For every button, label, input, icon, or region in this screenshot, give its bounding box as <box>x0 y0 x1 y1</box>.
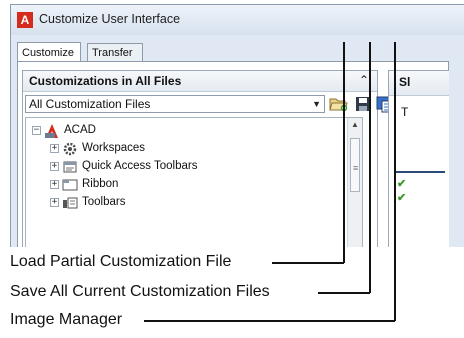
callout-leader-line <box>144 320 395 322</box>
customizations-pane-title: Customizations in All Files <box>29 74 182 88</box>
acad-icon <box>45 124 58 138</box>
expand-icon[interactable]: + <box>50 162 59 171</box>
customizations-pane-header: Customizations in All Files ⌃ <box>23 71 377 92</box>
title-bar[interactable]: A Customize User Interface <box>11 5 464 35</box>
window-title: Customize User Interface <box>39 12 181 26</box>
tree-item-ribbon[interactable]: + Ribbon <box>26 176 346 194</box>
open-folder-add-icon <box>329 98 348 112</box>
tab-transfer[interactable]: Transfer <box>87 43 143 61</box>
tree-item-toolbars[interactable]: + Toolbars <box>26 194 346 212</box>
callout-save-all-customization-files: Save All Current Customization Files <box>10 283 270 300</box>
right-pane-header: Sl <box>389 71 449 96</box>
expand-icon[interactable]: + <box>50 198 59 207</box>
customizations-tree: − ACAD + Workspaces + Quick Access Toolb… <box>25 117 363 247</box>
customizations-pane: Customizations in All Files ⌃ All Custom… <box>22 70 394 247</box>
ribbon-icon <box>62 179 78 191</box>
right-pane-header-text: Sl <box>399 75 411 89</box>
callout-leader-line <box>272 262 344 264</box>
right-properties-pane: Sl T ✔ ✔ <box>388 70 449 247</box>
tree-item-label: ACAD <box>64 124 96 136</box>
tree-item-workspaces[interactable]: + Workspaces <box>26 140 346 158</box>
scroll-up-arrow-icon[interactable]: ▲ <box>351 120 359 129</box>
customize-user-interface-window: A Customize User Interface Customize Tra… <box>10 4 464 247</box>
tree-item-acad[interactable]: − ACAD <box>26 122 346 140</box>
callout-leader-line <box>343 42 345 263</box>
workspaces-gear-icon <box>63 142 77 156</box>
tree-item-label: Quick Access Toolbars <box>82 160 198 172</box>
customize-tab-panel: Customizations in All Files ⌃ All Custom… <box>17 61 449 247</box>
divider <box>395 171 445 173</box>
tree-item-label: Ribbon <box>82 178 119 190</box>
toolbars-icon <box>63 197 78 209</box>
callout-leader-line <box>318 292 370 294</box>
quick-access-toolbar-icon <box>63 161 77 173</box>
tree-vertical-scrollbar[interactable]: ▲ ≡ <box>347 118 362 247</box>
scrollbar-thumb[interactable]: ≡ <box>350 138 360 192</box>
customization-files-dropdown[interactable]: All Customization Files ▼ <box>25 95 325 113</box>
tree-item-label: Toolbars <box>82 196 126 208</box>
expand-icon[interactable]: + <box>50 144 59 153</box>
tab-strip: Customize Transfer <box>11 42 464 62</box>
autocad-app-icon: A <box>17 12 33 28</box>
grip-icon: ≡ <box>353 163 359 173</box>
callout-leader-line <box>369 42 371 293</box>
load-partial-customization-file-button[interactable] <box>329 95 349 113</box>
collapse-icon[interactable]: − <box>32 126 41 135</box>
callout-image-manager: Image Manager <box>10 311 123 328</box>
tree-item-quick-access-toolbars[interactable]: + Quick Access Toolbars <box>26 158 346 176</box>
dropdown-arrow-icon[interactable]: ▼ <box>312 99 321 109</box>
callout-load-partial-customization-file: Load Partial Customization File <box>10 253 232 270</box>
customization-files-dropdown-value: All Customization Files <box>29 97 151 111</box>
callout-leader-line <box>394 42 396 321</box>
collapse-double-chevron-icon[interactable]: ⌃ <box>359 73 369 87</box>
tab-customize[interactable]: Customize <box>17 42 81 62</box>
expand-icon[interactable]: + <box>50 180 59 189</box>
tree-item-label: Workspaces <box>82 142 146 154</box>
right-pane-text: T <box>401 105 409 119</box>
checkmark-icon: ✔ <box>397 178 407 190</box>
checkmark-icon: ✔ <box>397 192 407 204</box>
